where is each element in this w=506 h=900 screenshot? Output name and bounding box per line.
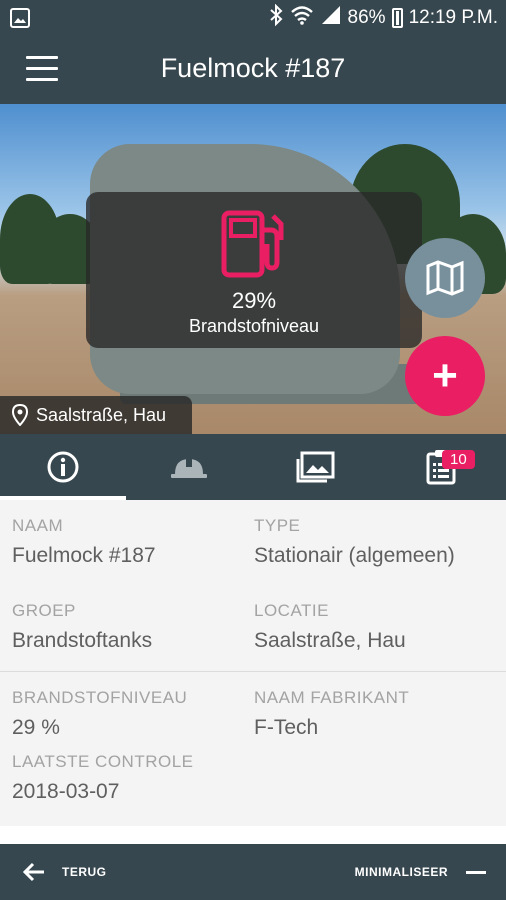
location-text: Saalstraße, Hau: [36, 404, 167, 425]
battery-percent: 86%: [347, 7, 386, 28]
field-label: NAAM FABRIKANT: [254, 688, 410, 707]
back-label: TERUG: [62, 865, 107, 879]
page-title: Fuelmock #187: [160, 53, 346, 83]
wifi-icon: [290, 5, 314, 31]
fuel-level-label: Brandstofniveau: [188, 316, 320, 336]
hardhat-icon: [171, 457, 207, 478]
signal-icon: [320, 5, 342, 31]
tab-gallery[interactable]: [252, 434, 378, 500]
tab-maintenance[interactable]: [126, 434, 252, 500]
bluetooth-icon: [268, 3, 284, 32]
clock-time: 12:19 P.M.: [408, 7, 498, 28]
checklist-count-badge: 10: [442, 450, 475, 469]
map-button[interactable]: [405, 238, 485, 318]
field-label: LAATSTE CONTROLE: [12, 752, 194, 771]
bottom-bar: TERUG MINIMALISEER: [0, 844, 506, 900]
app-bar: Fuelmock #187: [0, 36, 506, 104]
field-value: 29 %: [12, 716, 60, 739]
asset-photo: 29% Brandstofniveau + Saalstraße, Hau: [0, 104, 506, 434]
minimize-button[interactable]: MINIMALISEER: [355, 858, 486, 886]
fuel-level-percent: 29%: [231, 288, 277, 313]
tab-info[interactable]: [0, 434, 126, 500]
add-button[interactable]: +: [405, 336, 485, 416]
gallery-icon: [296, 451, 335, 483]
back-button[interactable]: TERUG: [22, 858, 107, 886]
field-value: 2018-03-07: [12, 780, 120, 803]
details-section-status: BRANDSTOFNIVEAU 29 % NAAM FABRIKANT F-Te…: [0, 673, 506, 825]
arrow-left-icon: [22, 862, 44, 882]
gallery-notification-icon: [10, 8, 30, 33]
field-brandstofniveau: BRANDSTOFNIVEAU 29 %: [12, 688, 187, 740]
minus-icon: [466, 870, 486, 874]
field-fabrikant: NAAM FABRIKANT F-Tech: [254, 688, 409, 740]
field-laatste-controle: LAATSTE CONTROLE 2018-03-07: [12, 752, 194, 804]
field-value: F-Tech: [254, 716, 319, 739]
divider: [0, 500, 506, 672]
fuel-pump-icon: [221, 210, 287, 285]
details-panel: NAAM Fuelmock #187 TYPE Stationair (alge…: [0, 500, 506, 826]
tab-bar: 10: [0, 434, 506, 500]
info-icon: [47, 451, 79, 483]
minimize-label: MINIMALISEER: [354, 865, 448, 879]
tab-checklist[interactable]: 10: [378, 434, 504, 500]
location-chip: Saalstraße, Hau: [0, 396, 192, 434]
plus-icon: +: [432, 351, 458, 400]
status-bar: 86% 12:19 P.M.: [0, 0, 506, 36]
map-icon: [426, 260, 464, 296]
battery-icon: [391, 8, 403, 28]
field-label: BRANDSTOFNIVEAU: [12, 688, 188, 707]
content-footer: [0, 826, 506, 844]
location-pin-icon: [12, 404, 28, 426]
fuel-level-card: 29% Brandstofniveau: [86, 192, 422, 348]
